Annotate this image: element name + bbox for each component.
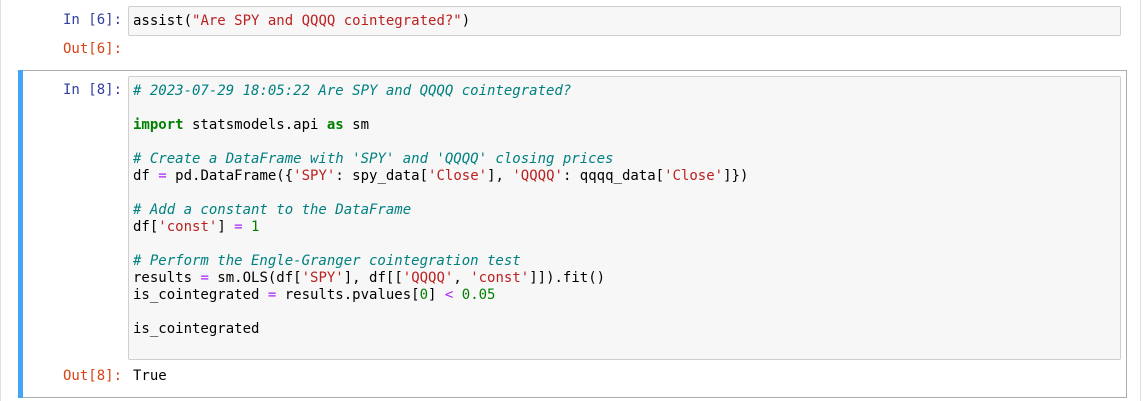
- output-prompt: Out[6]:: [63, 41, 123, 57]
- code-token: is_cointegrated: [133, 321, 260, 337]
- code-token: is_cointegrated: [133, 287, 268, 303]
- code-token: ]]).fit(): [529, 270, 606, 286]
- code-number: 0.05: [461, 287, 496, 303]
- code-token: ]}): [723, 168, 749, 184]
- code-string: "Are SPY and QQQQ cointegrated?": [192, 13, 462, 29]
- code-string: 'SPY': [293, 168, 336, 184]
- notebook-right-border: [1140, 0, 1141, 401]
- code-operator: =: [158, 168, 167, 184]
- code-operator: =: [234, 219, 243, 235]
- code-token: sm.OLS(df[: [208, 270, 302, 286]
- code-number: 1: [251, 219, 260, 235]
- code-input-area[interactable]: # 2023-07-29 18:05:22 Are SPY and QQQQ c…: [128, 76, 1121, 360]
- code-token: ): [461, 13, 471, 29]
- code-token: pd.DataFrame({: [166, 168, 294, 184]
- code-input-area[interactable]: assist("Are SPY and QQQQ cointegrated?"): [128, 6, 1121, 36]
- code-token: ]: [428, 287, 445, 303]
- code-token: ,: [453, 270, 471, 286]
- notebook-left-border: [0, 0, 1, 401]
- code-string: 'QQQQ': [512, 168, 563, 184]
- code-token: ]: [217, 219, 235, 235]
- code-token: sm: [343, 117, 370, 133]
- cell-output-text: True: [133, 368, 167, 384]
- code-comment: # Perform the Engle-Granger cointegratio…: [133, 253, 521, 269]
- code-token: df[: [133, 219, 159, 235]
- selected-cell-indicator: [18, 70, 23, 398]
- code-comment: # 2023-07-29 18:05:22 Are SPY and QQQQ c…: [133, 83, 572, 99]
- code-keyword: as: [326, 117, 344, 133]
- code-string: 'QQQQ': [402, 270, 454, 286]
- code-token: statsmodels.api: [183, 117, 327, 133]
- code-token: df: [133, 168, 159, 184]
- output-prompt: Out[8]:: [63, 368, 123, 384]
- code-string: 'Close': [664, 168, 724, 184]
- code-keyword: import: [133, 117, 184, 133]
- code-operator: =: [200, 270, 209, 286]
- input-prompt: In [8]:: [63, 82, 123, 98]
- code-number: 0: [419, 287, 429, 303]
- code-string: 'SPY': [301, 270, 344, 286]
- code-string: 'Close': [428, 168, 488, 184]
- code-token: ], df[[: [343, 270, 403, 286]
- input-prompt: In [6]:: [63, 12, 123, 28]
- code-comment: # Add a constant to the DataFrame: [133, 202, 412, 218]
- code-token: results: [133, 270, 201, 286]
- code-comment: # Create a DataFrame with 'SPY' and 'QQQ…: [133, 151, 614, 167]
- code-token: results.pvalues[: [276, 287, 420, 303]
- code-token: assist(: [133, 13, 193, 29]
- code-token: : spy_data[: [335, 168, 429, 184]
- code-string: 'const': [470, 270, 530, 286]
- code-token: : qqqq_data[: [562, 168, 665, 184]
- code-string: 'const': [158, 219, 218, 235]
- code-token: ],: [487, 168, 513, 184]
